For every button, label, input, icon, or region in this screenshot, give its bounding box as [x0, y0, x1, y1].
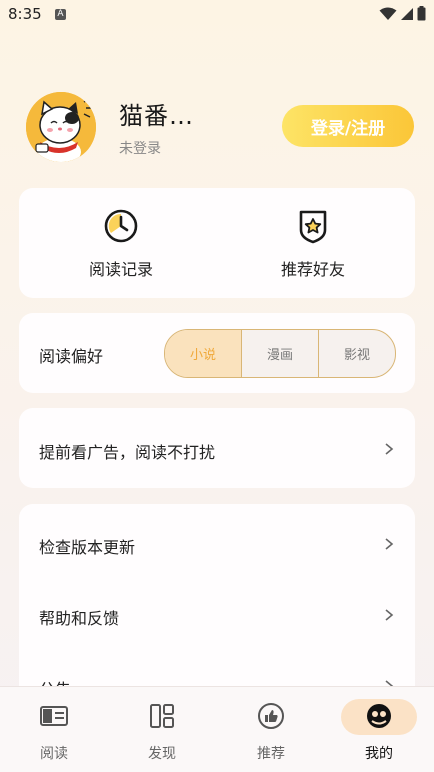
- nav-label: 推荐: [257, 746, 285, 762]
- signal-icon: [401, 7, 413, 20]
- recommend-friends-button[interactable]: 推荐好友: [238, 208, 388, 280]
- chevron-right-icon: [385, 609, 394, 621]
- wifi-icon: [379, 7, 397, 20]
- chevron-right-icon: [385, 443, 394, 455]
- login-register-button[interactable]: 登录/注册: [282, 105, 414, 147]
- settings-row-label: 检查版本更新: [39, 538, 136, 557]
- preference-option-novel[interactable]: 小说: [165, 330, 242, 377]
- avatar[interactable]: [26, 92, 96, 162]
- preference-segmented-control: 小说 漫画 影视: [164, 329, 396, 378]
- cat-avatar-icon: [26, 92, 96, 162]
- bottom-nav: 阅读 发现 推荐 我的: [0, 686, 434, 772]
- preference-option-comic[interactable]: 漫画: [242, 330, 319, 377]
- battery-icon: [417, 6, 426, 21]
- nav-label: 阅读: [40, 746, 68, 762]
- star-badge-icon: [295, 208, 331, 244]
- clock-icon: [103, 208, 139, 244]
- reading-history-label: 阅读记录: [88, 260, 153, 279]
- nav-tab-mine[interactable]: 我的: [339, 697, 419, 763]
- status-icons: [379, 6, 426, 21]
- quick-actions-card: 阅读记录 推荐好友: [19, 188, 415, 298]
- notification-a-icon: A: [55, 9, 66, 20]
- nav-label: 我的: [365, 746, 393, 762]
- book-icon: [40, 706, 68, 726]
- ad-free-card[interactable]: 提前看广告，阅读不打扰: [19, 408, 415, 488]
- profile-header: 猫番… 未登录 登录/注册: [26, 92, 414, 162]
- nav-tab-recommend[interactable]: 推荐: [231, 697, 311, 763]
- grid-icon: [150, 704, 174, 728]
- profile-icon: [367, 704, 391, 728]
- reading-history-button[interactable]: 阅读记录: [46, 208, 196, 280]
- nav-label: 发现: [148, 746, 176, 762]
- reading-preference-label: 阅读偏好: [39, 347, 104, 366]
- thumb-up-icon: [258, 703, 284, 729]
- chevron-right-icon: [385, 538, 394, 550]
- nav-tab-discover[interactable]: 发现: [122, 697, 202, 763]
- settings-row-label: 帮助和反馈: [39, 609, 120, 628]
- preference-option-video[interactable]: 影视: [319, 330, 395, 377]
- login-status: 未登录: [119, 141, 161, 157]
- recommend-friends-label: 推荐好友: [280, 260, 345, 279]
- reading-preference-card: 阅读偏好 小说 漫画 影视: [19, 313, 415, 393]
- nav-tab-reading[interactable]: 阅读: [14, 697, 94, 763]
- status-time: 8:35: [8, 5, 42, 23]
- username[interactable]: 猫番…: [119, 96, 194, 131]
- status-bar: 8:35 A: [0, 0, 434, 30]
- ad-free-label: 提前看广告，阅读不打扰: [39, 443, 216, 462]
